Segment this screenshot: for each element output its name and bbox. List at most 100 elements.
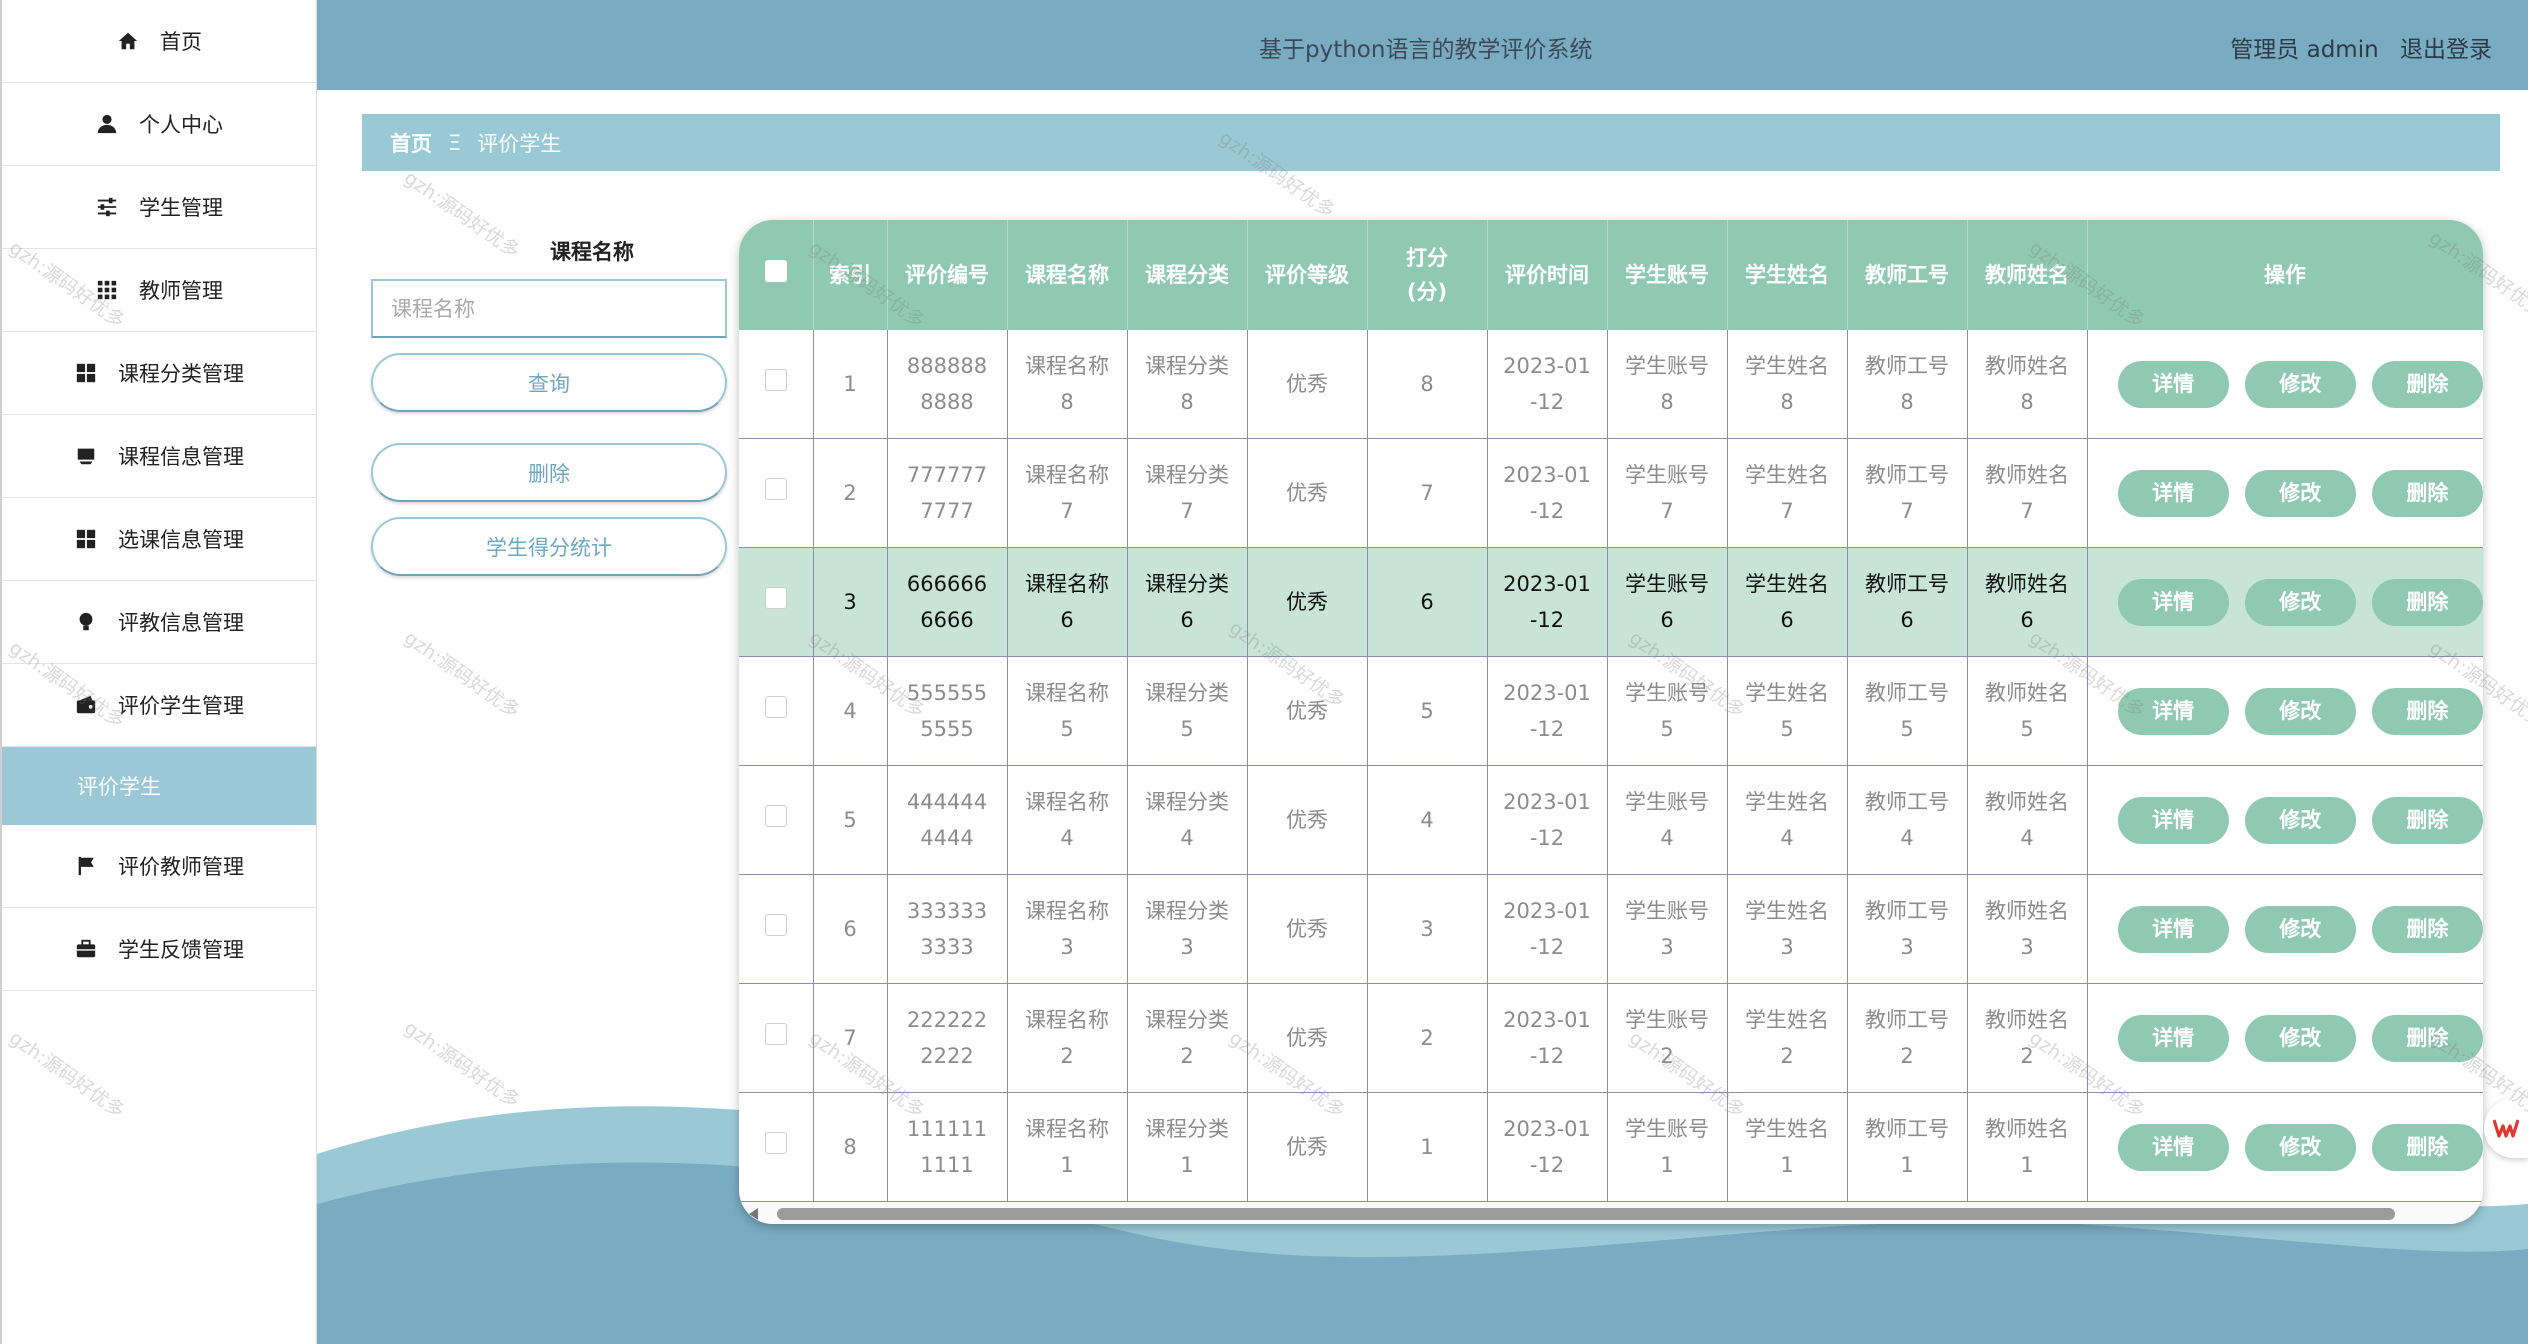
detail-button[interactable]: 详情 bbox=[2117, 578, 2229, 626]
row-actions: 详情 修改 删除 bbox=[2087, 765, 2483, 875]
row-checkbox[interactable] bbox=[764, 478, 787, 500]
cell-tea-name: 教师姓名4 bbox=[1967, 765, 2088, 875]
breadcrumb-home[interactable]: 首页 bbox=[390, 128, 432, 158]
row-checkbox[interactable] bbox=[764, 587, 787, 609]
delete-button[interactable]: 删除 bbox=[2371, 1014, 2483, 1062]
table-row[interactable]: 8 1111111111 课程名称1 课程分类1 优秀 1 2023-01-12 学生账号1 学… bbox=[739, 1092, 2483, 1202]
cell-category: 课程分类2 bbox=[1127, 983, 1248, 1093]
horizontal-scrollbar[interactable] bbox=[739, 1202, 2483, 1224]
row-index: 5 bbox=[813, 765, 888, 875]
detail-button[interactable]: 详情 bbox=[2117, 905, 2229, 953]
column-header: 教师姓名 bbox=[1967, 220, 2088, 330]
sidebar-item-7[interactable]: 评教信息管理 bbox=[2, 581, 316, 664]
row-checkbox[interactable] bbox=[764, 805, 787, 827]
cell-eval-no: 3333333333 bbox=[887, 874, 1008, 984]
cell-course: 课程名称3 bbox=[1007, 874, 1128, 984]
cell-stu-name: 学生姓名8 bbox=[1727, 330, 1848, 439]
course-name-search-input[interactable] bbox=[371, 279, 727, 338]
cell-stu-acct: 学生账号4 bbox=[1607, 765, 1728, 875]
sidebar-item-10[interactable]: 评价教师管理 bbox=[2, 825, 316, 908]
query-button[interactable]: 查询 bbox=[371, 353, 727, 412]
detail-button[interactable]: 详情 bbox=[2117, 469, 2229, 517]
table-row[interactable]: 4 5555555555 课程名称5 课程分类5 优秀 5 2023-01-12 学生账号5 学… bbox=[739, 656, 2483, 766]
row-select-cell bbox=[739, 330, 814, 439]
edit-button[interactable]: 修改 bbox=[2244, 1014, 2356, 1062]
delete-button[interactable]: 删除 bbox=[2371, 578, 2483, 626]
delete-button[interactable]: 删除 bbox=[2371, 469, 2483, 517]
cell-tea-no: 教师工号6 bbox=[1847, 547, 1968, 657]
detail-button[interactable]: 详情 bbox=[2117, 1014, 2229, 1062]
sidebar-item-1[interactable]: 个人中心 bbox=[2, 83, 316, 166]
cell-stu-name: 学生姓名1 bbox=[1727, 1092, 1848, 1202]
sidebar-item-11[interactable]: 学生反馈管理 bbox=[2, 908, 316, 991]
edit-button[interactable]: 修改 bbox=[2244, 469, 2356, 517]
row-actions: 详情 修改 删除 bbox=[2087, 1092, 2483, 1202]
delete-selected-button[interactable]: 删除 bbox=[371, 443, 727, 502]
table-row[interactable]: 5 4444444444 课程名称4 课程分类4 优秀 4 2023-01-12 学生账号4 学… bbox=[739, 765, 2483, 875]
cell-stu-acct: 学生账号2 bbox=[1607, 983, 1728, 1093]
edit-button[interactable]: 修改 bbox=[2244, 360, 2356, 408]
detail-button[interactable]: 详情 bbox=[2117, 1123, 2229, 1171]
cell-score: 5 bbox=[1367, 656, 1488, 766]
cell-level: 优秀 bbox=[1247, 1092, 1368, 1202]
grid-icon bbox=[95, 278, 119, 302]
cell-stu-acct: 学生账号8 bbox=[1607, 330, 1728, 439]
sidebar-item-6[interactable]: 选课信息管理 bbox=[2, 498, 316, 581]
detail-button[interactable]: 详情 bbox=[2117, 687, 2229, 735]
edit-button[interactable]: 修改 bbox=[2244, 687, 2356, 735]
select-all-checkbox[interactable] bbox=[764, 260, 787, 282]
cell-score: 4 bbox=[1367, 765, 1488, 875]
row-index: 2 bbox=[813, 438, 888, 548]
student-score-stats-button[interactable]: 学生得分统计 bbox=[371, 517, 727, 576]
scroll-left-arrow-icon[interactable] bbox=[749, 1208, 758, 1220]
row-checkbox[interactable] bbox=[764, 1023, 787, 1045]
delete-button[interactable]: 删除 bbox=[2371, 687, 2483, 735]
detail-button[interactable]: 详情 bbox=[2117, 796, 2229, 844]
row-checkbox[interactable] bbox=[764, 696, 787, 718]
detail-button[interactable]: 详情 bbox=[2117, 360, 2229, 408]
table-row[interactable]: 2 7777777777 课程名称7 课程分类7 优秀 7 2023-01-12 学生账号7 学… bbox=[739, 438, 2483, 548]
edit-button[interactable]: 修改 bbox=[2244, 578, 2356, 626]
delete-button[interactable]: 删除 bbox=[2371, 360, 2483, 408]
row-select-cell bbox=[739, 547, 814, 657]
cell-time: 2023-01-12 bbox=[1487, 330, 1608, 439]
cell-course: 课程名称1 bbox=[1007, 1092, 1128, 1202]
delete-button[interactable]: 删除 bbox=[2371, 1123, 2483, 1171]
sidebar-item-8[interactable]: 评价学生管理 bbox=[2, 664, 316, 747]
scrollbar-thumb[interactable] bbox=[777, 1208, 2395, 1220]
edit-button[interactable]: 修改 bbox=[2244, 796, 2356, 844]
cell-score: 6 bbox=[1367, 547, 1488, 657]
delete-button[interactable]: 删除 bbox=[2371, 905, 2483, 953]
table-header-row: 索引 评价编号 课程名称 课程分类 评价等级 打分 (分) 评价时间 学生账号 学生姓名 教师工号… bbox=[739, 220, 2483, 330]
cell-category: 课程分类3 bbox=[1127, 874, 1248, 984]
cell-tea-name: 教师姓名1 bbox=[1967, 1092, 2088, 1202]
sidebar-item-3[interactable]: 教师管理 bbox=[2, 249, 316, 332]
sidebar-item-label: 评价学生管理 bbox=[118, 694, 244, 718]
cell-tea-name: 教师姓名3 bbox=[1967, 874, 2088, 984]
sidebar-item-5[interactable]: 课程信息管理 bbox=[2, 415, 316, 498]
sidebar-subitem-evaluate-student[interactable]: 评价学生 bbox=[2, 747, 316, 825]
row-checkbox[interactable] bbox=[764, 369, 787, 391]
table-row[interactable]: 1 8888888888 课程名称8 课程分类8 优秀 8 2023-01-12 学生账号8 学… bbox=[739, 330, 2483, 439]
row-checkbox[interactable] bbox=[764, 1132, 787, 1154]
table-row[interactable]: 6 3333333333 课程名称3 课程分类3 优秀 3 2023-01-12 学生账号3 学… bbox=[739, 874, 2483, 984]
sidebar-item-0[interactable]: 首页 bbox=[2, 0, 316, 83]
row-index: 3 bbox=[813, 547, 888, 657]
logout-link[interactable]: 退出登录 bbox=[2400, 37, 2492, 63]
sidebar-item-4[interactable]: 课程分类管理 bbox=[2, 332, 316, 415]
table-row[interactable]: 7 2222222222 课程名称2 课程分类2 优秀 2 2023-01-12 学生账号2 学… bbox=[739, 983, 2483, 1093]
edit-button[interactable]: 修改 bbox=[2244, 1123, 2356, 1171]
cell-course: 课程名称5 bbox=[1007, 656, 1128, 766]
apps-icon bbox=[74, 361, 98, 385]
cell-score: 2 bbox=[1367, 983, 1488, 1093]
delete-button[interactable]: 删除 bbox=[2371, 796, 2483, 844]
sidebar-item-2[interactable]: 学生管理 bbox=[2, 166, 316, 249]
evaluation-table-card: 索引 评价编号 课程名称 课程分类 评价等级 打分 (分) 评价时间 学生账号 学生姓名 教师工号… bbox=[739, 220, 2483, 1224]
table-row[interactable]: 3 6666666666 课程名称6 课程分类6 优秀 6 2023-01-12 学生账号6 学… bbox=[739, 547, 2483, 657]
cell-time: 2023-01-12 bbox=[1487, 765, 1608, 875]
cell-tea-no: 教师工号2 bbox=[1847, 983, 1968, 1093]
row-checkbox[interactable] bbox=[764, 914, 787, 936]
cell-stu-name: 学生姓名2 bbox=[1727, 983, 1848, 1093]
edit-button[interactable]: 修改 bbox=[2244, 905, 2356, 953]
row-actions: 详情 修改 删除 bbox=[2087, 656, 2483, 766]
